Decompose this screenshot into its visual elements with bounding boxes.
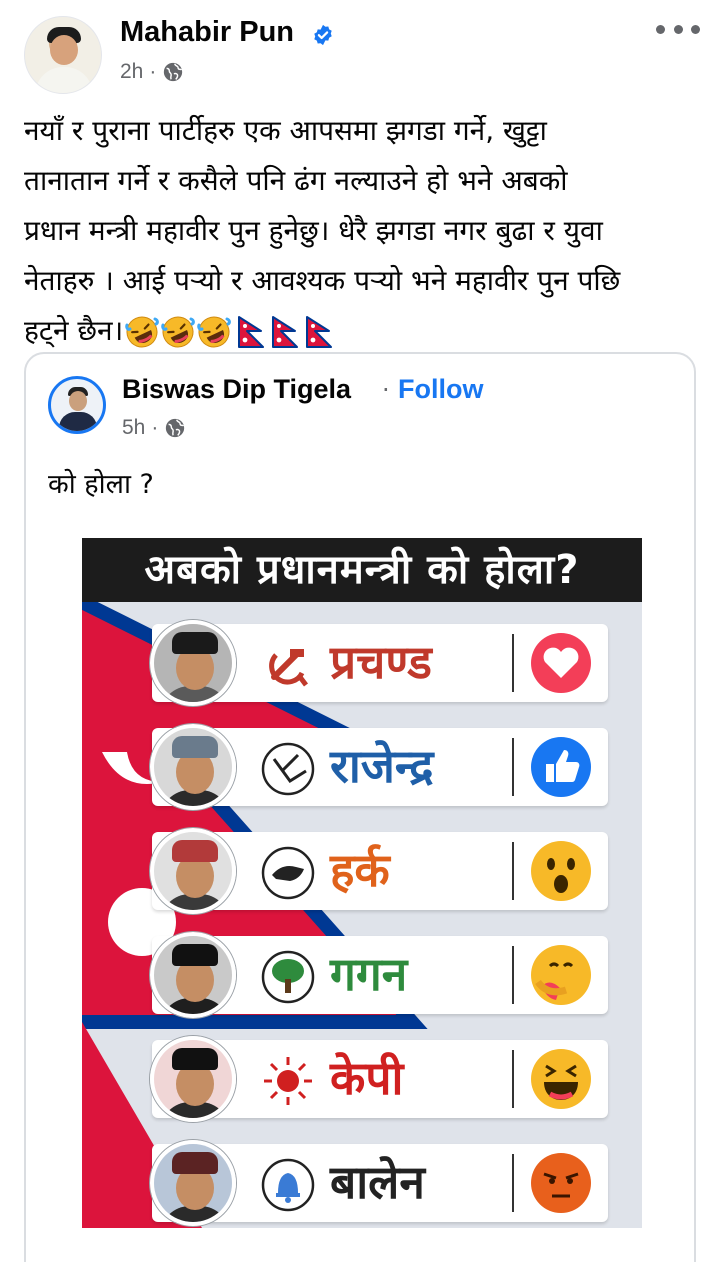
post-text-line: तानातान गर्ने र कसैले पनि ढंग नल्याउने ह… bbox=[24, 164, 568, 197]
candidate-photo bbox=[150, 1036, 236, 1122]
post-meta: 2h · bbox=[120, 60, 184, 84]
post-text-line-last: हट्ने छैन। bbox=[24, 306, 696, 356]
candidate-name: राजेन्द्र bbox=[330, 739, 434, 793]
row-divider bbox=[512, 634, 514, 692]
candidate-row: हर्क bbox=[150, 828, 608, 914]
emoji-row bbox=[125, 315, 333, 349]
like-reaction-icon bbox=[531, 737, 591, 797]
haha-reaction-icon bbox=[531, 1049, 591, 1109]
row-divider bbox=[512, 1154, 514, 1212]
candidate-photo bbox=[150, 1140, 236, 1226]
candidate-name: गगन bbox=[330, 947, 408, 1001]
candidate-name: बालेन bbox=[330, 1155, 425, 1209]
tree-icon bbox=[261, 950, 315, 1004]
follow-button[interactable]: Follow bbox=[398, 374, 483, 405]
rolling-laughing-icon bbox=[125, 316, 160, 348]
nepal-flag-icon bbox=[272, 316, 299, 348]
candidate-name: केपी bbox=[330, 1051, 404, 1105]
shared-post-meta: 5h · bbox=[122, 416, 186, 440]
candidate-row: गगन bbox=[150, 932, 608, 1018]
post-text-line: हट्ने छैन। bbox=[24, 314, 124, 347]
poster-title: अबको प्रधानमन्त्री को होला? bbox=[144, 547, 580, 593]
globe-icon bbox=[166, 418, 185, 438]
post-time[interactable]: 2h bbox=[120, 60, 143, 84]
candidate-photo bbox=[150, 620, 236, 706]
sun-icon bbox=[264, 1057, 312, 1105]
candidate-photo bbox=[150, 724, 236, 810]
candidate-row: बालेन bbox=[150, 1140, 608, 1226]
meta-separator: · bbox=[149, 60, 157, 83]
shared-author-name[interactable]: Biswas Dip Tigela bbox=[122, 374, 351, 405]
love-reaction-icon bbox=[531, 633, 591, 693]
shared-author-avatar[interactable] bbox=[48, 376, 106, 434]
candidate-row: प्रचण्ड bbox=[150, 620, 608, 706]
candidate-row: राजेन्द्र bbox=[150, 724, 608, 810]
plough-icon bbox=[261, 742, 315, 796]
post-text-line: प्रधान मन्त्री महावीर पुन हुनेछु। धेरै झ… bbox=[24, 214, 603, 247]
row-divider bbox=[512, 946, 514, 1004]
care-reaction-icon bbox=[531, 945, 591, 1005]
post-text-line: नयाँ र पुराना पार्टीहरु एक आपसमा झगडा गर… bbox=[24, 114, 547, 147]
row-divider bbox=[512, 738, 514, 796]
meta-separator: · bbox=[151, 416, 159, 439]
rolling-laughing-icon bbox=[197, 316, 232, 348]
globe-icon bbox=[164, 62, 183, 82]
dot-icon bbox=[656, 24, 665, 34]
author-avatar[interactable] bbox=[24, 16, 102, 94]
bell-icon bbox=[261, 1158, 315, 1212]
shared-post-text: को होला ? bbox=[48, 469, 154, 500]
row-divider bbox=[512, 842, 514, 900]
candidate-photo bbox=[150, 932, 236, 1018]
shared-post-time[interactable]: 5h bbox=[122, 416, 145, 440]
dot-icon bbox=[691, 24, 700, 34]
hammer-sickle-icon bbox=[269, 649, 308, 687]
candidate-name: हर्क bbox=[330, 843, 390, 897]
angry-reaction-icon bbox=[531, 1153, 591, 1213]
candidate-photo bbox=[150, 828, 236, 914]
hand-icon bbox=[261, 846, 315, 900]
nepal-flag-icon bbox=[306, 316, 333, 348]
follow-separator: · bbox=[382, 376, 390, 404]
post-text-line: नेताहरु । आई पऱ्यो र आवश्यक पऱ्यो भने मह… bbox=[24, 264, 621, 297]
row-divider bbox=[512, 1050, 514, 1108]
candidate-row: केपी bbox=[150, 1036, 608, 1122]
candidate-name: प्रचण्ड bbox=[330, 635, 432, 689]
wow-reaction-icon bbox=[531, 841, 591, 901]
post-body: नयाँ र पुराना पार्टीहरु एक आपसमा झगडा गर… bbox=[24, 106, 696, 356]
verified-badge-icon bbox=[314, 24, 332, 46]
more-options-button[interactable] bbox=[656, 16, 700, 42]
author-name[interactable]: Mahabir Pun bbox=[120, 16, 294, 49]
nepal-flag-icon bbox=[238, 316, 265, 348]
shared-post-card[interactable]: Biswas Dip Tigela · Follow 5h · को होला … bbox=[24, 352, 696, 1262]
rolling-laughing-icon bbox=[161, 316, 196, 348]
dot-icon bbox=[673, 24, 683, 34]
post-header: Mahabir Pun 2h · bbox=[24, 14, 704, 94]
poster-image[interactable]: अबको प्रधानमन्त्री को होला? प्रचण्ड राजेन… bbox=[82, 538, 642, 1228]
